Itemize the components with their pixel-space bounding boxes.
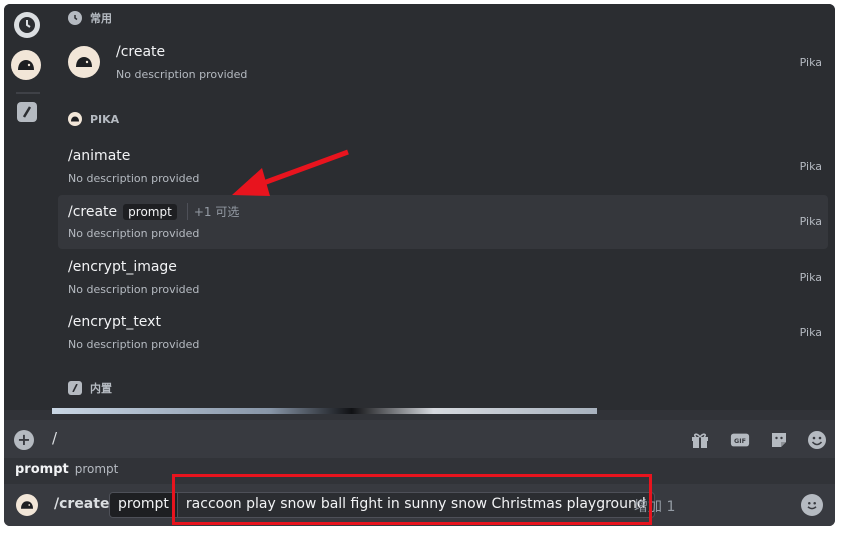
option-name-label: prompt <box>110 493 177 517</box>
command-name: /create <box>68 203 118 220</box>
option-chip: prompt <box>123 203 177 220</box>
section-title: 内置 <box>90 382 112 395</box>
image-preview-strip <box>52 408 597 414</box>
builtin-slash-icon[interactable] <box>17 102 37 122</box>
input-command-name: /create <box>54 496 110 512</box>
section-title: 常用 <box>90 12 112 25</box>
pika-bot-icon[interactable] <box>11 50 41 80</box>
section-builtin: 内置 <box>68 380 112 396</box>
option-hint: prompt prompt <box>15 458 118 480</box>
command-description: No description provided <box>116 68 248 81</box>
rail-divider <box>16 92 40 94</box>
command-source: Pika <box>799 56 822 69</box>
command-source: Pika <box>799 326 822 339</box>
pika-icon <box>68 112 82 126</box>
command-name-group: /create prompt +1 可选 <box>68 203 239 220</box>
command-row-animate[interactable]: /animate No description provided Pika <box>58 140 828 194</box>
slash-icon <box>68 381 82 395</box>
message-composer-top: + / GIF <box>4 420 835 458</box>
command-row-encrypt-image[interactable]: /encrypt_image No description provided P… <box>58 251 828 305</box>
gif-icon[interactable]: GIF <box>730 430 750 450</box>
command-name: /encrypt_image <box>68 259 177 275</box>
composer-text[interactable]: / <box>52 429 57 447</box>
command-name: /create <box>116 44 166 60</box>
command-description: No description provided <box>68 283 200 296</box>
svg-text:GIF: GIF <box>734 438 746 445</box>
command-description: No description provided <box>68 172 200 185</box>
command-name: /animate <box>68 148 131 164</box>
command-name: /encrypt_text <box>68 314 161 330</box>
clock-icon <box>68 11 82 25</box>
recent-clock-icon[interactable] <box>14 12 40 38</box>
gift-icon[interactable] <box>690 430 710 450</box>
emoji-picker-icon[interactable] <box>801 494 823 516</box>
highlight-box <box>172 474 652 525</box>
category-rail <box>4 4 52 410</box>
optional-count: +1 可选 <box>186 203 239 220</box>
frequent-command-row[interactable]: /create No description provided Pika <box>58 34 828 94</box>
command-row-create[interactable]: /create prompt +1 可选 No description prov… <box>58 195 828 249</box>
command-source: Pika <box>799 271 822 284</box>
command-source: Pika <box>799 160 822 173</box>
command-description: No description provided <box>68 227 200 240</box>
command-list: 常用 /create No description provided Pika … <box>52 4 835 410</box>
add-attachment-button[interactable]: + <box>14 430 34 450</box>
pika-avatar-small <box>16 494 38 516</box>
sticker-icon[interactable] <box>769 430 789 450</box>
command-description: No description provided <box>68 338 200 351</box>
section-frequent: 常用 <box>68 10 112 26</box>
hint-option-name: prompt <box>15 461 69 477</box>
command-source: Pika <box>799 215 822 228</box>
discord-window: 常用 /create No description provided Pika … <box>4 4 835 526</box>
section-pika: PIKA <box>68 112 119 126</box>
emoji-icon[interactable] <box>807 430 827 450</box>
hint-option-description: prompt <box>74 462 119 476</box>
pika-avatar <box>68 46 100 78</box>
command-row-encrypt-text[interactable]: /encrypt_text No description provided Pi… <box>58 306 828 360</box>
section-title: PIKA <box>90 112 120 126</box>
